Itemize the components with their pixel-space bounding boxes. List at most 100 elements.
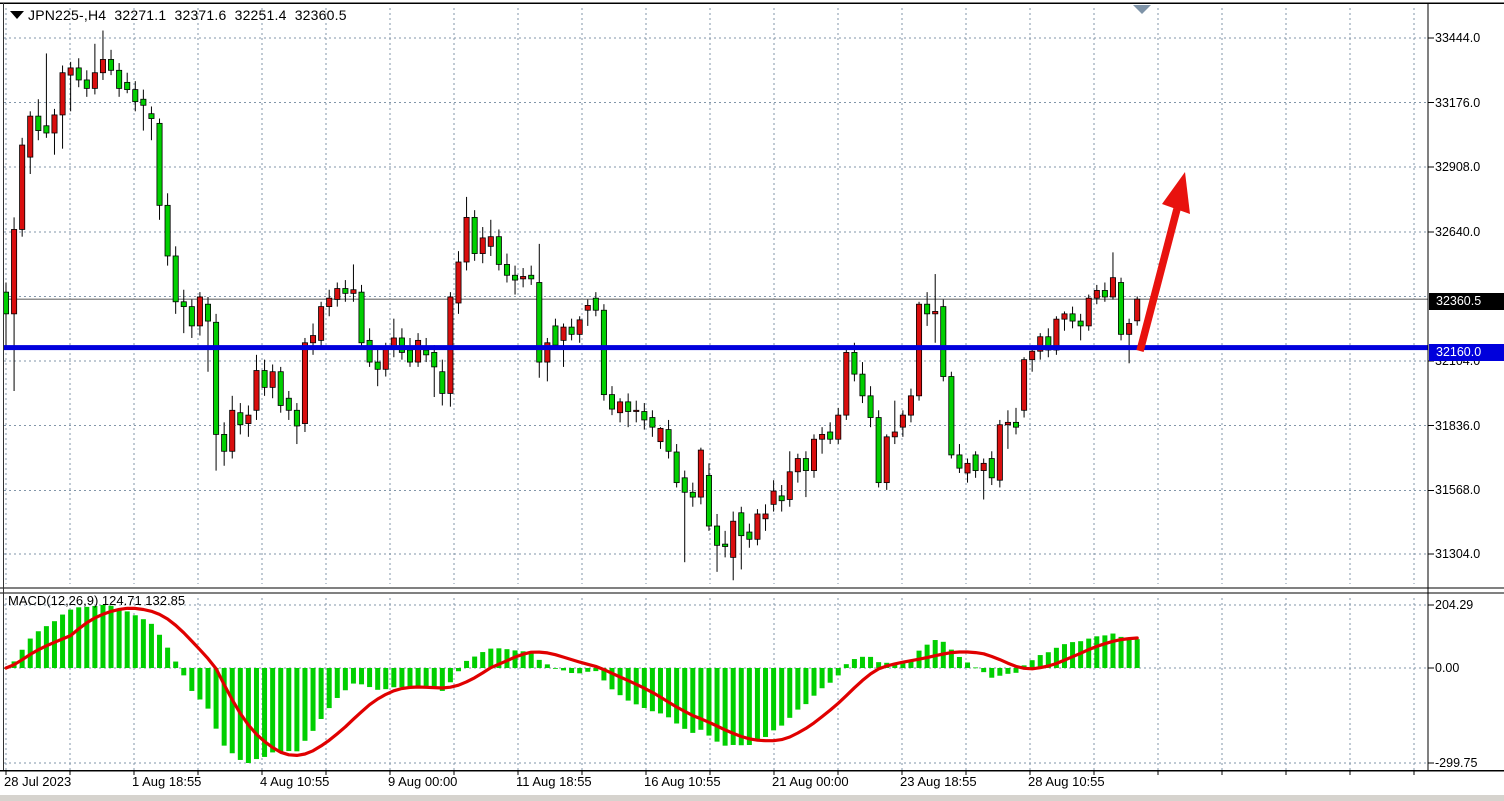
macd-histogram-bar [682,668,687,729]
candle-body [1070,314,1075,321]
macd-histogram-bar [1062,644,1067,668]
candle-body [36,116,41,130]
candle-body [755,514,760,539]
macd-histogram-bar [715,668,720,742]
horizontal-line[interactable] [4,345,1428,350]
candle-body [424,350,429,355]
symbol-period-label: JPN225-,H4 [28,7,106,23]
macd-histogram-bar [1094,636,1099,668]
macd-histogram-bar [553,668,558,669]
candle-body [577,320,582,334]
macd-histogram-bar [820,668,825,688]
candle-body [690,492,695,497]
candle-body [512,275,517,280]
macd-histogram-bar [747,668,752,745]
candle-body [844,352,849,415]
candle-body [706,475,711,526]
candle-body [650,418,655,428]
candle-body [989,459,994,478]
candle-body [634,410,639,411]
candle-body [779,496,784,501]
latest-bar-marker-icon[interactable] [1133,5,1151,14]
candle-body [44,126,49,133]
candle-body [504,264,509,275]
macd-histogram-bar [997,668,1002,676]
candle-body [666,430,671,452]
macd-histogram-bar [416,668,421,686]
candle-body [900,415,905,427]
macd-histogram-bar [771,668,776,730]
macd-histogram-bar [254,668,259,759]
candle-body [819,434,824,439]
hline-price-badge[interactable]: 32160.0 [1429,344,1504,361]
candle-body [803,459,808,471]
macd-histogram-bar [480,652,485,668]
macd-histogram-bar [860,657,865,668]
candle-body [1005,422,1010,424]
candle-body [383,348,388,370]
candle-body [335,289,340,300]
candle-body [925,304,930,314]
candle-body [973,455,978,471]
candle-body [714,526,719,545]
macd-histogram-bar [1135,639,1140,668]
macd-histogram-bar [76,607,81,668]
macd-histogram-bar [327,668,332,708]
triangle-down-icon[interactable] [10,11,24,19]
macd-histogram-bar [1014,668,1019,673]
candle-body [359,292,364,343]
candle-body [222,434,227,451]
macd-histogram-bar [763,668,768,737]
macd-histogram-bar [803,668,808,704]
candle-body [1102,290,1107,297]
candle-body [860,374,865,396]
macd-histogram-bar [1030,660,1035,668]
candle-body [1127,323,1132,334]
candle-body [310,336,315,343]
candle-body [723,544,728,546]
candle-body [1110,278,1115,297]
macd-histogram-bar [1127,639,1132,668]
macd-histogram-bar [125,611,130,668]
candle-body [868,396,873,418]
macd-histogram-bar [84,607,89,668]
ohlc-close: 32360.5 [295,7,347,23]
candle-body [569,327,574,334]
candle-body [601,310,606,394]
macd-histogram-bar [311,668,316,731]
macd-histogram-bar [537,660,542,668]
macd-histogram-bar [852,659,857,668]
candle-body [375,362,380,369]
candle-body [617,402,622,413]
macd-histogram-bar [359,668,364,684]
macd-histogram-bar [674,668,679,723]
macd-histogram-bar [206,668,211,709]
candle-body [811,439,816,470]
candle-body [771,491,776,504]
candle-body [294,410,299,426]
candle-body [415,340,420,362]
candle-body [739,513,744,536]
macd-histogram-bar [626,668,631,701]
macd-histogram-bar [690,668,695,733]
candle-body [173,256,178,302]
macd-histogram-bar [383,668,388,689]
trend-arrow-head-icon[interactable] [1162,172,1190,214]
candle-body [181,302,186,307]
macd-histogram-bar [868,657,873,668]
candle-body [440,372,445,394]
macd-histogram-bar [157,635,162,668]
candle-body [609,395,614,409]
macd-histogram-bar [149,624,154,668]
macd-indicator-label: MACD(12,26,9) 124.71 132.85 [8,593,185,609]
ohlc-open: 32271.1 [114,7,166,23]
macd-histogram-bar [973,667,978,668]
candle-body [262,371,267,388]
macd-histogram-bar [424,668,429,686]
macd-histogram-bar [68,610,73,668]
macd-histogram-bar [408,668,413,688]
macd-histogram-bar [965,662,970,668]
candlestick-chart[interactable] [0,0,1504,801]
candle-body [302,343,307,424]
candle-body [189,307,194,326]
